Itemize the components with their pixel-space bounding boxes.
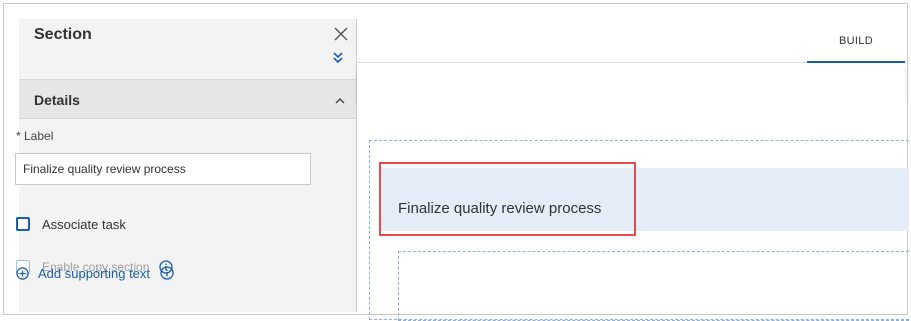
- add-supporting-text-label: Add supporting text: [38, 265, 151, 281]
- section-body-dropzone[interactable]: [398, 251, 909, 321]
- details-title: Details: [34, 92, 80, 108]
- panel-header: Section: [19, 19, 356, 79]
- details-accordion-header[interactable]: Details: [19, 79, 356, 119]
- label-input[interactable]: [15, 153, 311, 185]
- associate-task-checkbox[interactable]: Associate task: [16, 215, 126, 233]
- highlight-box: [379, 162, 636, 236]
- chevron-up-icon[interactable]: [334, 96, 346, 106]
- close-icon[interactable]: [332, 25, 350, 43]
- builder-tab-bar: BUILD: [357, 19, 905, 63]
- plus-circle-icon: [16, 266, 29, 280]
- label-field-label: * Label: [16, 129, 54, 143]
- tab-build[interactable]: BUILD: [807, 19, 905, 63]
- expand-double-chevron-icon[interactable]: [331, 51, 345, 65]
- associate-task-box[interactable]: [16, 217, 30, 231]
- info-icon[interactable]: [160, 266, 174, 280]
- builder-toolbar: [357, 63, 905, 101]
- associate-task-label: Associate task: [42, 216, 126, 232]
- add-supporting-text-link[interactable]: Add supporting text: [16, 265, 183, 281]
- panel-title: Section: [34, 26, 92, 43]
